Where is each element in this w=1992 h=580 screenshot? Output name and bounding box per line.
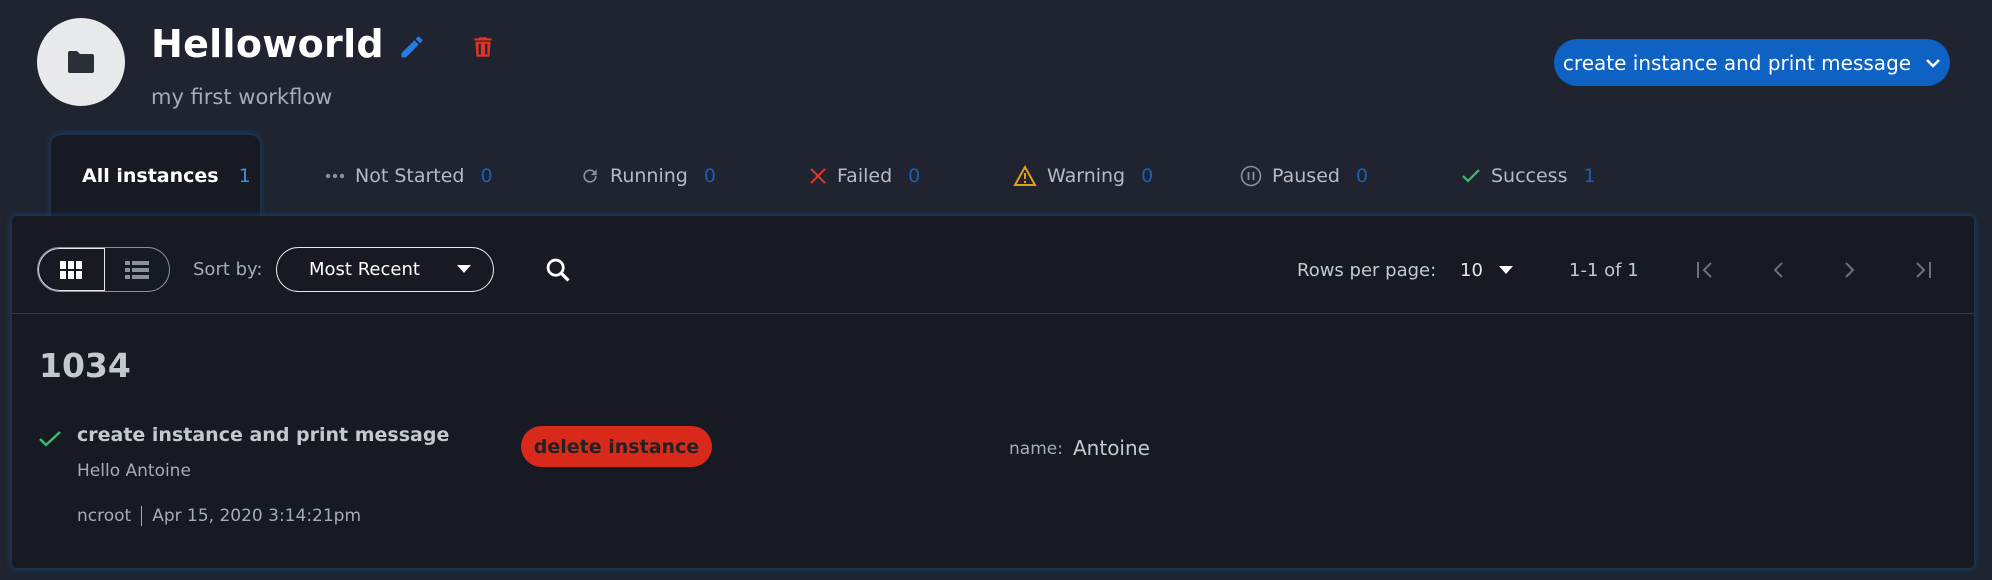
list-icon [124,260,149,279]
delete-instance-button[interactable]: delete instance [521,426,712,467]
pause-icon [1240,165,1262,187]
tab-running[interactable]: Running 0 [580,162,716,190]
meta-separator [141,506,143,526]
dots-icon [325,173,345,179]
view-mode-toggle [37,247,170,292]
list-view-button[interactable] [105,248,170,291]
tab-count: 1 [238,165,251,187]
caret-down-icon [457,265,471,273]
grid-icon [60,260,83,279]
tab-count: 1 [1583,165,1596,187]
tab-label: Running [610,165,688,187]
workflow-subtitle: my first workflow [151,85,333,109]
folder-icon [68,51,94,73]
run-workflow-label: create instance and print message [1562,50,1912,75]
chevron-right-icon [1845,262,1855,278]
rows-per-page-label: Rows per page: [1297,260,1437,281]
previous-page-button[interactable] [1760,252,1796,288]
instance-field-label: name: [1009,439,1063,459]
check-icon [1461,168,1481,184]
tab-count: 0 [703,165,716,187]
tab-failed[interactable]: Failed 0 [809,162,920,190]
trash-icon [474,37,492,57]
tab-label: Paused [1272,165,1340,187]
grid-view-button[interactable] [38,248,105,291]
rows-per-page-value: 10 [1460,259,1483,281]
tab-success[interactable]: Success 1 [1461,162,1596,190]
first-page-icon [1697,262,1712,278]
pencil-icon [401,36,423,58]
chevron-left-icon [1773,262,1783,278]
tab-all-instances[interactable]: All instances 1 [82,162,251,190]
tab-paused[interactable]: Paused 0 [1240,162,1368,190]
first-page-button[interactable] [1688,252,1724,288]
tab-count: 0 [480,165,493,187]
search-button[interactable] [542,254,574,286]
tab-count: 0 [1355,165,1369,187]
tab-not-started[interactable]: Not Started 0 [325,162,493,190]
instance-meta: ncroot Apr 15, 2020 3:14:21pm [77,506,361,526]
tab-warning[interactable]: Warning 0 [1013,162,1153,190]
instance-id: 1034 [39,346,131,385]
rows-per-page-select[interactable]: 10 [1460,254,1530,286]
chevron-down-icon [1926,58,1940,68]
last-page-button[interactable] [1904,252,1940,288]
warning-icon [1013,165,1037,187]
next-page-button[interactable] [1832,252,1868,288]
tab-label: Not Started [355,165,465,187]
pagination-range: 1-1 of 1 [1569,260,1639,281]
tab-label: Failed [837,165,893,187]
sort-select[interactable]: Most Recent [276,247,494,292]
success-check-icon [38,430,62,452]
tab-count: 0 [1141,165,1154,187]
instance-state-name: create instance and print message [77,424,450,446]
workflow-title: Helloworld [151,22,384,66]
refresh-icon [580,166,600,186]
instance-user: ncroot [77,506,132,526]
run-workflow-button[interactable]: create instance and print message [1554,39,1950,86]
caret-down-icon [1498,266,1513,274]
toolbar-divider [12,313,1974,314]
last-page-icon [1916,262,1931,278]
x-icon [809,167,827,185]
tab-label: Success [1491,165,1568,187]
workflow-avatar [37,18,125,106]
instance-timestamp: Apr 15, 2020 3:14:21pm [152,506,362,526]
delete-workflow-button[interactable] [466,30,500,64]
edit-workflow-button[interactable] [395,30,429,64]
sort-label: Sort by: [193,259,263,280]
sort-value: Most Recent [309,259,420,280]
search-icon [546,258,570,282]
tab-label: Warning [1047,165,1126,187]
tab-label: All instances [82,165,219,187]
instances-panel: Sort by: Most Recent Rows per page: 10 1… [12,216,1974,568]
instance-field-value: Antoine [1073,436,1150,460]
tab-count: 0 [908,165,921,187]
instance-message: Hello Antoine [77,461,191,481]
